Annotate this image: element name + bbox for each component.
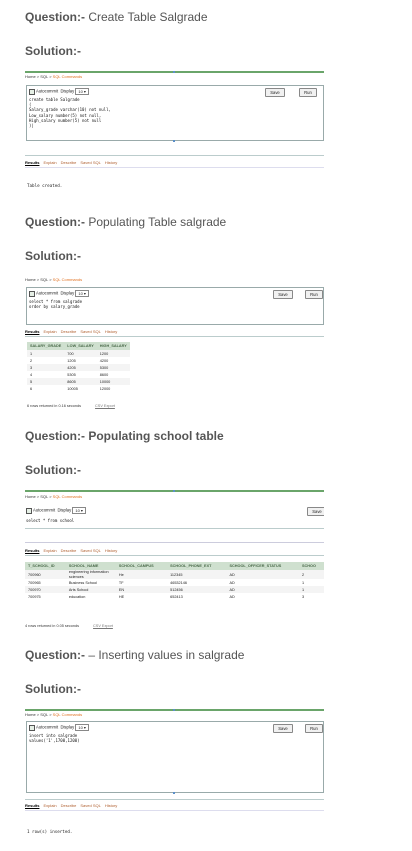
tab-describe[interactable]: Describe bbox=[61, 160, 77, 165]
display-select[interactable]: 10 ▾ bbox=[72, 507, 86, 514]
result-message: Table created. bbox=[27, 183, 63, 188]
tab-describe[interactable]: Describe bbox=[61, 548, 77, 553]
sql-code[interactable]: create table Salgrade ( Salary_grade var… bbox=[29, 97, 111, 128]
editor-toolbar: Autocommit Display 10 ▾ Save Run bbox=[29, 290, 323, 299]
tab-history[interactable]: History bbox=[105, 803, 117, 808]
resize-handle[interactable] bbox=[173, 140, 175, 142]
result-tabs: Results Explain Describe Saved SQL History bbox=[25, 548, 121, 553]
screenshot-select-salgrade: Home > SQL > SQL Commands Autocommit Dis… bbox=[25, 276, 324, 410]
resize-handle[interactable] bbox=[173, 709, 175, 711]
resize-handle[interactable] bbox=[173, 792, 175, 794]
solution-3-label: Solution:- bbox=[25, 463, 81, 477]
table-row: 4 5305 8600 bbox=[30, 372, 109, 377]
breadcrumb: Home > SQL > SQL Commands bbox=[25, 494, 83, 499]
sql-code[interactable]: insert into salgrade values('1',1700,120… bbox=[29, 733, 80, 743]
table-row: 2 1205 4200 bbox=[30, 358, 109, 363]
tab-results[interactable]: Results bbox=[25, 160, 39, 165]
resize-handle[interactable] bbox=[173, 71, 175, 73]
table-row: 700965 Business School TF 46532146 AD 1 bbox=[28, 580, 305, 585]
result-tabs: Results Explain Describe Saved SQL History bbox=[25, 329, 121, 334]
tab-saved-sql[interactable]: Saved SQL bbox=[80, 548, 100, 553]
solution-4-label: Solution:- bbox=[25, 682, 81, 696]
table-row: 5 8605 10000 bbox=[27, 378, 130, 385]
tab-explain[interactable]: Explain bbox=[43, 160, 56, 165]
crumb-home[interactable]: Home bbox=[25, 74, 36, 79]
table-row: 6 10005 12000 bbox=[30, 386, 111, 391]
breadcrumb: Home > SQL > SQL Commands bbox=[25, 277, 83, 282]
result-tabs: Results Explain Describe Saved SQL History bbox=[25, 160, 121, 165]
screenshot-create-table: Home > SQL > SQL Commands Autocommit Dis… bbox=[25, 71, 324, 199]
tab-saved-sql[interactable]: Saved SQL bbox=[80, 160, 100, 165]
tab-history[interactable]: History bbox=[105, 548, 117, 553]
question-text: Create Table Salgrade bbox=[85, 10, 208, 24]
crumb-current: SQL Commands bbox=[52, 74, 83, 79]
table-row: 700960 engineering information sciences He… bbox=[25, 570, 324, 579]
question-4: Question:- – Inserting values in salgrad… bbox=[25, 648, 245, 662]
autocommit-checkbox[interactable] bbox=[29, 88, 35, 95]
save-button[interactable]: Save bbox=[307, 507, 324, 516]
autocommit-checkbox[interactable] bbox=[29, 724, 35, 731]
run-button[interactable]: Run bbox=[299, 88, 317, 97]
breadcrumb: Home > SQL > SQL Commands bbox=[25, 74, 83, 79]
question-2: Question:- Populating Table salgrade bbox=[25, 215, 227, 229]
display-select[interactable]: 10 ▾ bbox=[75, 290, 89, 297]
table-header: T_SCHOOL_ID SCHOOL_NAME SCHOOL_CAMPUS SC… bbox=[25, 562, 324, 570]
tab-explain[interactable]: Explain bbox=[43, 548, 56, 553]
solution-1-label: Solution:- bbox=[25, 44, 81, 58]
tab-describe[interactable]: Describe bbox=[61, 803, 77, 808]
sql-code[interactable]: select * from school bbox=[26, 518, 74, 523]
autocommit-checkbox[interactable] bbox=[26, 507, 32, 514]
table-row: 700975 education HE 652413 AD 3 bbox=[28, 594, 305, 599]
tab-saved-sql[interactable]: Saved SQL bbox=[80, 803, 100, 808]
tab-explain[interactable]: Explain bbox=[43, 803, 56, 808]
screenshot-select-school: Home > SQL > SQL Commands Autocommit Dis… bbox=[25, 490, 324, 632]
editor-toolbar: Autocommit Display 10 ▾ Save Run bbox=[29, 88, 321, 97]
results-table: SALARY_GRADE LOW_SALARY HIGH_SALARY 1 700… bbox=[27, 342, 130, 392]
csv-export-link[interactable]: CSV Export bbox=[93, 624, 113, 628]
question-1: Question:- Create Table Salgrade bbox=[25, 10, 208, 24]
editor-toolbar: Autocommit Display 10 ▾ Save Run bbox=[29, 724, 323, 733]
tab-history[interactable]: History bbox=[105, 329, 117, 334]
question-label: Question:- bbox=[25, 10, 85, 24]
results-table: T_SCHOOL_ID SCHOOL_NAME SCHOOL_CAMPUS SC… bbox=[25, 562, 324, 600]
tab-describe[interactable]: Describe bbox=[61, 329, 77, 334]
save-button[interactable]: Save bbox=[265, 88, 285, 97]
table-row: 1 700 1200 bbox=[27, 350, 130, 357]
sql-code[interactable]: select * from salgrade order by salary_g… bbox=[29, 299, 82, 309]
resize-handle[interactable] bbox=[173, 490, 175, 492]
result-message: 1 row(s) inserted. bbox=[27, 829, 73, 834]
breadcrumb: Home > SQL > SQL Commands bbox=[25, 712, 83, 717]
tab-results[interactable]: Results bbox=[25, 548, 39, 553]
solution-2-label: Solution:- bbox=[25, 249, 81, 263]
results-footer: 6 rows returned in 0.16 seconds CSV Expor… bbox=[27, 404, 115, 408]
result-tabs: Results Explain Describe Saved SQL History bbox=[25, 803, 121, 808]
save-button[interactable]: Save bbox=[273, 724, 293, 733]
screenshot-insert-salgrade: Home > SQL > SQL Commands Autocommit Dis… bbox=[25, 709, 324, 841]
sql-editor[interactable]: Autocommit Display 10 ▾ Save Run create … bbox=[26, 85, 324, 141]
tab-results[interactable]: Results bbox=[25, 803, 39, 808]
autocommit-checkbox[interactable] bbox=[29, 290, 35, 297]
tab-saved-sql[interactable]: Saved SQL bbox=[80, 329, 100, 334]
csv-export-link[interactable]: CSV Export bbox=[95, 404, 115, 408]
editor-toolbar: Autocommit Display 10 ▾ Save bbox=[26, 507, 324, 516]
tab-explain[interactable]: Explain bbox=[43, 329, 56, 334]
run-button[interactable]: Run bbox=[305, 290, 323, 299]
save-button[interactable]: Save bbox=[273, 290, 293, 299]
question-3: Question:- Populating school table bbox=[25, 429, 224, 443]
tab-results[interactable]: Results bbox=[25, 329, 39, 334]
run-button[interactable]: Run bbox=[305, 724, 323, 733]
tab-history[interactable]: History bbox=[105, 160, 117, 165]
table-row: 700970 Arts School EN 512456 AD 1 bbox=[25, 586, 324, 593]
display-select[interactable]: 10 ▾ bbox=[75, 724, 89, 731]
sql-editor[interactable]: Autocommit Display 10 ▾ Save Run select … bbox=[26, 287, 324, 325]
results-footer: 4 rows returned in 0.05 seconds CSV Expor… bbox=[25, 624, 113, 628]
table-header: SALARY_GRADE LOW_SALARY HIGH_SALARY bbox=[27, 342, 130, 350]
crumb-sql[interactable]: SQL bbox=[40, 74, 48, 79]
display-select[interactable]: 10 ▾ bbox=[75, 88, 89, 95]
table-row: 3 4205 5300 bbox=[27, 364, 130, 371]
sql-editor[interactable]: Autocommit Display 10 ▾ Save Run insert … bbox=[26, 721, 324, 793]
